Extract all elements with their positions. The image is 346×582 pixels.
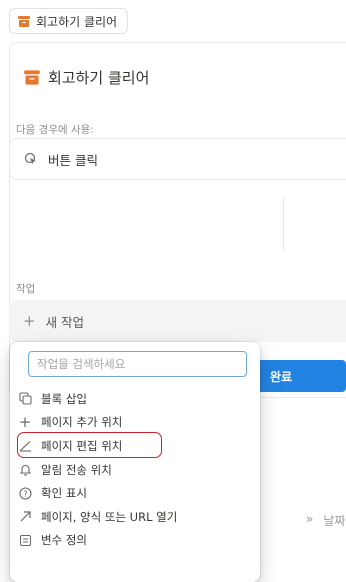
highlight-annotation (17, 432, 162, 459)
menu-item-label: 페이지 추가 위치 (41, 415, 123, 430)
add-action-button[interactable]: + 새 작업 (9, 300, 346, 342)
menu-item-label: 변수 정의 (41, 533, 87, 548)
menu-item-insert-block[interactable]: 블록 삽입 (10, 387, 260, 411)
menu-item-label: 페이지, 양식 또는 URL 열기 (41, 509, 178, 524)
archive-box-icon (24, 70, 40, 85)
question-circle-icon: ? (18, 486, 32, 500)
panel-title-row[interactable]: 회고하기 클리어 (24, 67, 150, 88)
menu-item-define-variable[interactable]: 변수 정의 (10, 529, 260, 553)
menu-item-show-confirmation[interactable]: ? 확인 표시 (10, 481, 260, 505)
add-action-label: 새 작업 (45, 314, 85, 330)
done-button[interactable]: 완료 (248, 360, 346, 392)
archive-box-icon (18, 15, 30, 27)
menu-item-label: 확인 표시 (41, 486, 87, 501)
action-picker-dropdown: 블록 삽입 + 페이지 추가 위치 페이지 편집 위치 알림 전송 위치 ? 확… (10, 342, 260, 582)
svg-text:?: ? (23, 489, 27, 498)
automation-chip-label: 회고하기 클리어 (36, 14, 118, 29)
menu-item-label: 블록 삽입 (41, 391, 87, 406)
double-chevron-icon: » (306, 512, 314, 526)
variable-box-icon (18, 533, 32, 547)
copy-block-icon (18, 392, 32, 406)
divider-vertical (283, 198, 284, 250)
menu-item-send-notification[interactable]: 알림 전송 위치 (10, 458, 260, 482)
trigger-label: 버튼 클릭 (48, 152, 98, 168)
trigger-section-label: 다음 경우에 사용: (16, 124, 94, 136)
trigger-button-click[interactable]: 버튼 클릭 (9, 138, 346, 180)
menu-item-open-url[interactable]: 페이지, 양식 또는 URL 열기 (10, 505, 260, 529)
bell-icon (18, 463, 32, 477)
menu-item-label: 알림 전송 위치 (41, 462, 112, 477)
cursor-click-icon (24, 152, 38, 166)
automation-chip[interactable]: 회고하기 클리어 (9, 8, 129, 34)
panel-title: 회고하기 클리어 (48, 69, 150, 87)
action-search-input[interactable] (28, 351, 247, 377)
plus-icon: + (23, 312, 36, 330)
arrow-up-right-icon (18, 510, 32, 524)
plus-icon: + (18, 413, 32, 432)
breadcrumb-text: 날짜 (323, 514, 346, 528)
background-breadcrumb: » 날짜 (306, 512, 345, 529)
actions-section-label: 작업 (16, 283, 36, 295)
menu-item-edit-page[interactable]: 페이지 편집 위치 (10, 432, 260, 459)
action-menu: 블록 삽입 + 페이지 추가 위치 페이지 편집 위치 알림 전송 위치 ? 확… (10, 387, 260, 552)
menu-item-add-page[interactable]: + 페이지 추가 위치 (10, 411, 260, 435)
